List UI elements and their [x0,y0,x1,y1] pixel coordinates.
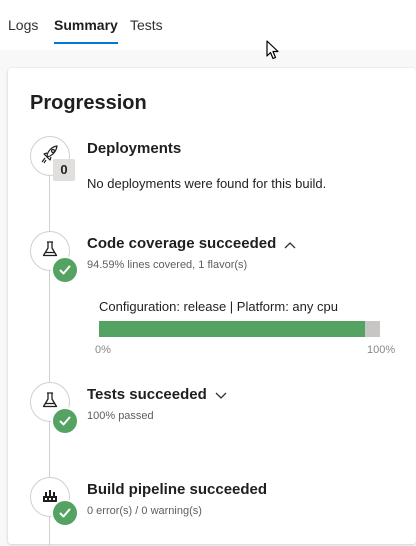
tests-subtitle: 100% passed [87,410,154,422]
deployments-title: Deployments [87,140,182,157]
build-subtitle: 0 error(s) / 0 warning(s) [87,505,202,517]
mouse-cursor-icon [266,40,280,65]
coverage-success-icon [51,256,79,284]
deployments-message: No deployments were found for this build… [87,176,327,191]
coverage-title: Code coverage succeeded [87,235,296,253]
coverage-progress-fill [99,321,365,337]
coverage-min-label: 0% [95,344,111,356]
coverage-config: Configuration: release | Platform: any c… [99,299,338,314]
deployments-count-badge: 0 [53,159,75,181]
tests-success-icon [51,407,79,435]
tab-tests[interactable]: Tests [130,16,163,42]
tests-title: Tests succeeded [87,386,227,404]
tab-bar: Logs Summary Tests [0,0,416,50]
build-success-icon [51,499,79,527]
tab-summary[interactable]: Summary [54,16,118,44]
coverage-progress-bar [99,321,380,337]
chevron-down-icon[interactable] [215,387,227,404]
coverage-max-label: 100% [367,344,396,356]
build-title: Build pipeline succeeded [87,481,268,498]
progression-title: Progression [30,92,147,114]
tab-logs[interactable]: Logs [8,16,38,42]
coverage-subtitle: 94.59% lines covered, 1 flavor(s) [87,259,248,271]
progression-card: Progression 0 Deployments No deployments… [8,68,416,546]
chevron-up-icon[interactable] [284,236,296,253]
